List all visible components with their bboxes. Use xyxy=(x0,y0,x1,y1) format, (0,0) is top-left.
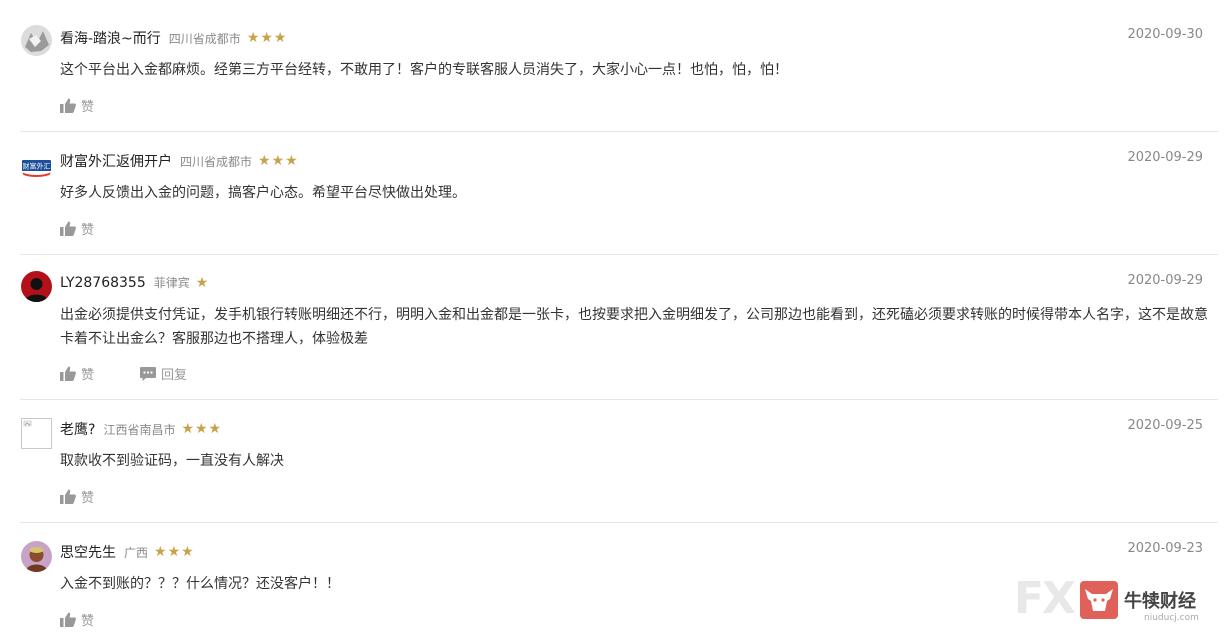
like-button[interactable]: 赞 xyxy=(60,487,94,506)
reply-label: 回复 xyxy=(161,368,188,383)
user-name[interactable]: 看海-踏浪~而行 xyxy=(60,28,161,48)
user-name[interactable]: 财富外汇返佣开户 xyxy=(60,151,172,171)
like-label: 赞 xyxy=(81,491,95,506)
comment-text: 取款收不到验证码，一直没有人解决 xyxy=(60,453,284,469)
thumbs-up-icon xyxy=(60,221,76,236)
thumbs-up-icon xyxy=(60,489,76,504)
comment-item: 财富外汇 财富外汇返佣开户 四川省成都市 ★★★ 2020-09-29 好多人反… xyxy=(20,132,1218,255)
user-name[interactable]: LY28768355 xyxy=(60,275,146,291)
like-label: 赞 xyxy=(81,368,95,383)
comment-text: 出金必须提供支付凭证，发手机银行转账明细还不行，明明入金和出金都是一张卡，也按要… xyxy=(60,307,1208,347)
comment-date: 2020-09-30 xyxy=(1127,27,1203,42)
comment-date: 2020-09-25 xyxy=(1127,418,1203,433)
avatar[interactable] xyxy=(21,25,52,56)
broken-image-avatar[interactable] xyxy=(21,418,52,449)
rating-stars: ★★★ xyxy=(181,421,223,437)
user-location: 菲律宾 xyxy=(153,276,190,290)
user-location: 四川省成都市 xyxy=(180,154,253,169)
bull-logo-icon xyxy=(1080,581,1118,619)
user-location: 四川省成都市 xyxy=(168,31,241,46)
comment-bubble-icon xyxy=(140,366,157,381)
comment-item: LY28768355 菲律宾 ★ 2020-09-29 出金必须提供支付凭证，发… xyxy=(20,255,1218,400)
user-location: 江西省南昌市 xyxy=(103,422,176,437)
comment-date: 2020-09-23 xyxy=(1127,541,1203,556)
like-button[interactable]: 赞 xyxy=(60,96,94,115)
comment-list: 看海-踏浪~而行 四川省成都市 ★★★ 2020-09-30 这个平台出入金都麻… xyxy=(20,0,1218,637)
watermark-fx-text: FX xyxy=(1014,573,1076,624)
thumbs-up-icon xyxy=(60,612,76,627)
watermark: FX 牛犊财经 niuducj.com xyxy=(1014,571,1218,631)
like-button[interactable]: 赞 xyxy=(60,610,94,629)
user-name[interactable]: 思空先生 xyxy=(60,542,116,562)
reply-button[interactable]: 回复 xyxy=(140,364,187,383)
comment-item: 看海-踏浪~而行 四川省成都市 ★★★ 2020-09-30 这个平台出入金都麻… xyxy=(20,0,1218,132)
like-label: 赞 xyxy=(81,100,95,115)
comment-item: 老鹰? 江西省南昌市 ★★★ 2020-09-25 取款收不到验证码，一直没有人… xyxy=(20,400,1218,523)
avatar[interactable] xyxy=(21,541,52,572)
avatar-brand-text: 财富外汇 xyxy=(23,162,51,171)
rating-stars: ★ xyxy=(195,274,210,291)
comment-date: 2020-09-29 xyxy=(1127,273,1203,288)
rating-stars: ★★★ xyxy=(154,544,195,560)
comment-date: 2020-09-29 xyxy=(1127,150,1203,165)
watermark-brand-name: 牛犊财经 xyxy=(1124,591,1196,612)
avatar[interactable] xyxy=(21,271,52,302)
like-button[interactable]: 赞 xyxy=(60,219,94,238)
watermark-url: niuducj.com xyxy=(1144,613,1199,623)
user-name[interactable]: 老鹰? xyxy=(60,419,95,439)
like-label: 赞 xyxy=(81,614,95,629)
rating-stars: ★★★ xyxy=(258,153,299,169)
like-button[interactable]: 赞 xyxy=(60,364,94,383)
thumbs-up-icon xyxy=(60,98,76,113)
rating-stars: ★★★ xyxy=(246,30,288,46)
comment-text: 这个平台出入金都麻烦。经第三方平台经转，不敢用了！客户的专联客服人员消失了，大家… xyxy=(60,62,788,78)
like-label: 赞 xyxy=(81,223,95,238)
user-location: 广西 xyxy=(124,545,149,560)
avatar[interactable]: 财富外汇 xyxy=(21,151,52,182)
comment-text: 好多人反馈出入金的问题，搞客户心态。希望平台尽快做出处理。 xyxy=(60,185,466,201)
thumbs-up-icon xyxy=(60,366,76,381)
